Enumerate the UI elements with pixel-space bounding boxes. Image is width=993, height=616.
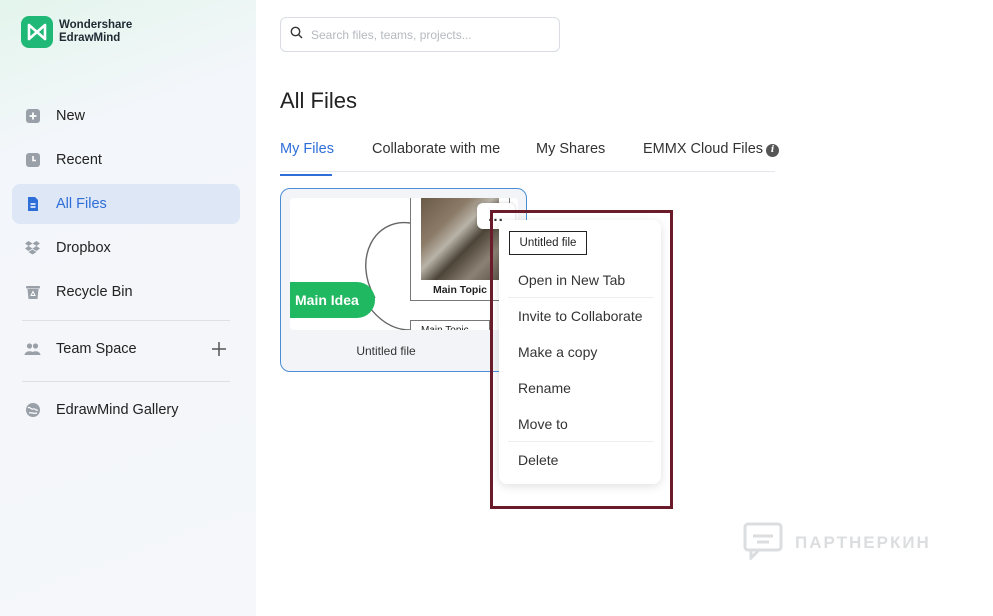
- menu-item-open-new-tab[interactable]: Open in New Tab: [518, 272, 625, 288]
- watermark: ПАРТНЕРКИН: [743, 520, 931, 565]
- search-box[interactable]: [280, 17, 560, 52]
- file-name: Untitled file: [356, 344, 416, 358]
- tab-my-shares[interactable]: My Shares: [536, 141, 605, 157]
- tab-active-indicator: [280, 174, 332, 176]
- search-input[interactable]: [311, 27, 541, 42]
- team-icon: [24, 341, 41, 358]
- plus-icon[interactable]: [210, 340, 228, 358]
- info-icon[interactable]: i: [766, 144, 780, 157]
- file-tabs: My Files Collaborate with me My Shares E…: [280, 130, 780, 176]
- context-menu: Open in New Tab Invite to Collaborate Ma…: [499, 220, 661, 484]
- tab-label: My Files: [280, 141, 334, 157]
- main-topic-node-2: Main Topic: [410, 320, 490, 330]
- watermark-text: ПАРТНЕРКИН: [795, 532, 931, 552]
- sidebar-item-recent[interactable]: Recent: [12, 140, 240, 180]
- sidebar: Wondershare EdrawMind New Recent All Fil…: [0, 0, 256, 616]
- tab-emmx-cloud-files[interactable]: EMMX Cloud Files i: [643, 141, 780, 157]
- sidebar-item-label: Dropbox: [56, 240, 111, 256]
- menu-separator: [508, 297, 654, 298]
- page-title: All Files: [280, 88, 358, 113]
- tab-label: My Shares: [536, 141, 606, 157]
- sidebar-item-label: New: [56, 108, 86, 124]
- globe-icon: [24, 402, 41, 419]
- sidebar-divider: [22, 320, 230, 321]
- tab-collaborate-with-me[interactable]: Collaborate with me: [372, 141, 500, 157]
- sidebar-item-team-space[interactable]: Team Space: [12, 329, 240, 369]
- brand-line2: EdrawMind: [59, 32, 121, 44]
- menu-item-rename[interactable]: Rename: [518, 380, 571, 396]
- sidebar-item-gallery[interactable]: EdrawMind Gallery: [12, 390, 240, 430]
- sidebar-item-label: All Files: [56, 196, 107, 212]
- menu-separator: [508, 441, 654, 442]
- sidebar-item-label: Recycle Bin: [56, 284, 133, 300]
- tab-label: Collaborate with me: [372, 141, 501, 157]
- tab-my-files[interactable]: My Files: [280, 141, 334, 176]
- sidebar-item-label: Team Space: [56, 341, 137, 357]
- brand-line1: Wondershare: [59, 19, 133, 31]
- sidebar-item-label: EdrawMind Gallery: [56, 402, 179, 418]
- new-file-icon: [24, 108, 41, 125]
- trash-icon: [24, 284, 41, 301]
- menu-item-delete[interactable]: Delete: [518, 452, 558, 468]
- dropbox-icon: [24, 240, 41, 257]
- clock-icon: [24, 152, 41, 169]
- menu-item-move-to[interactable]: Move to: [518, 416, 568, 432]
- main-topic-label: Main Topic: [432, 284, 488, 296]
- file-name-tooltip: Untitled file: [509, 231, 587, 255]
- sidebar-divider: [22, 381, 230, 382]
- watermark-logo-icon: [743, 520, 783, 565]
- sidebar-item-label: Recent: [56, 152, 102, 168]
- sidebar-item-dropbox[interactable]: Dropbox: [12, 228, 240, 268]
- file-card[interactable]: Main Idea Main Topic Main Topic ... Unti…: [280, 188, 527, 372]
- sidebar-item-new[interactable]: New: [12, 96, 240, 136]
- search-icon: [290, 26, 303, 44]
- brand[interactable]: Wondershare EdrawMind: [21, 16, 132, 48]
- sidebar-item-all-files[interactable]: All Files: [12, 184, 240, 224]
- menu-item-invite[interactable]: Invite to Collaborate: [518, 308, 643, 324]
- main-idea-node: Main Idea: [290, 282, 375, 318]
- sidebar-item-recycle-bin[interactable]: Recycle Bin: [12, 272, 240, 312]
- edrawmind-logo-icon: [21, 16, 53, 48]
- menu-item-make-copy[interactable]: Make a copy: [518, 344, 597, 360]
- tab-label: EMMX Cloud Files: [643, 141, 764, 157]
- document-icon: [24, 196, 41, 213]
